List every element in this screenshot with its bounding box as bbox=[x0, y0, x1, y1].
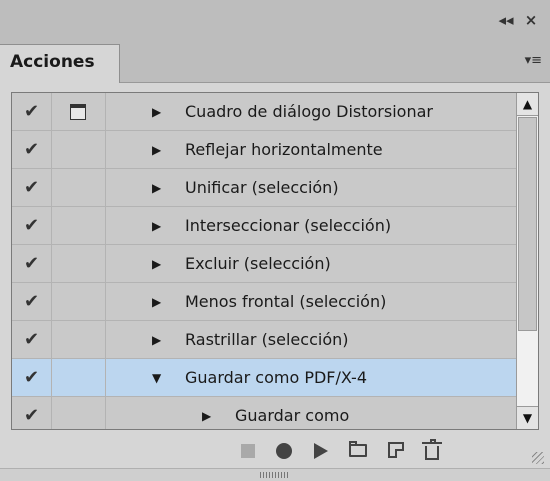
scroll-thumb[interactable] bbox=[518, 117, 537, 331]
tab-acciones[interactable]: Acciones bbox=[0, 44, 120, 83]
toggle-item-checkmark-icon[interactable]: ✔ bbox=[12, 245, 52, 283]
scroll-down-arrow-icon[interactable]: ▼ bbox=[517, 406, 538, 429]
toggle-dialog-cell[interactable] bbox=[52, 169, 106, 207]
action-row[interactable]: ✔ ▶ Menos frontal (selección) bbox=[12, 283, 517, 321]
collapsed-triangle-icon[interactable]: ▶ bbox=[152, 207, 161, 245]
actions-list: ✔ ▶ Cuadro de diálogo Distorsionar ✔ ▶ Reflej… bbox=[11, 92, 539, 430]
toggle-dialog-cell[interactable] bbox=[52, 359, 106, 397]
folder-icon bbox=[349, 441, 367, 457]
vertical-scrollbar[interactable]: ▲ ▼ bbox=[516, 93, 538, 429]
actions-toolbar bbox=[0, 432, 550, 468]
action-label: Unificar (selección) bbox=[185, 178, 339, 197]
new-action-button[interactable] bbox=[384, 440, 408, 462]
actions-panel: ◂◂ × Acciones ▾≡ ✔ ▶ Cuadro de diálogo Dis… bbox=[0, 0, 550, 481]
action-label: Rastrillar (selección) bbox=[185, 330, 349, 349]
toggle-dialog-cell[interactable] bbox=[52, 283, 106, 321]
toggle-item-checkmark-icon[interactable]: ✔ bbox=[12, 359, 52, 397]
toggle-item-checkmark-icon[interactable]: ✔ bbox=[12, 397, 52, 429]
collapsed-triangle-icon[interactable]: ▶ bbox=[152, 131, 161, 169]
action-row[interactable]: ✔ ▶ Excluir (selección) bbox=[12, 245, 517, 283]
toggle-dialog-cell[interactable] bbox=[52, 397, 106, 429]
action-label: Interseccionar (selección) bbox=[185, 216, 392, 235]
toggle-dialog-cell[interactable] bbox=[52, 93, 106, 131]
resize-grip-icon[interactable] bbox=[532, 452, 544, 464]
action-row[interactable]: ✔ ▼ Guardar como PDF/X-4 bbox=[12, 359, 517, 397]
action-label: Cuadro de diálogo Distorsionar bbox=[185, 102, 433, 121]
action-row[interactable]: ✔ ▶ Interseccionar (selección) bbox=[12, 207, 517, 245]
panel-menu-icon[interactable]: ▾≡ bbox=[516, 52, 542, 70]
play-button[interactable] bbox=[308, 440, 332, 462]
record-button[interactable] bbox=[272, 440, 296, 462]
toggle-item-checkmark-icon[interactable]: ✔ bbox=[12, 321, 52, 359]
tabs-row: Acciones bbox=[0, 38, 550, 83]
trash-icon bbox=[422, 439, 442, 460]
action-label: Reflejar horizontalmente bbox=[185, 140, 383, 159]
collapsed-triangle-icon[interactable]: ▶ bbox=[152, 321, 161, 359]
panel-titlebar: ◂◂ × bbox=[0, 0, 550, 39]
collapsed-triangle-icon[interactable]: ▶ bbox=[202, 397, 211, 429]
toggle-item-checkmark-icon[interactable]: ✔ bbox=[12, 131, 52, 169]
play-icon bbox=[314, 443, 328, 459]
collapsed-triangle-icon[interactable]: ▶ bbox=[152, 169, 161, 207]
expanded-triangle-icon[interactable]: ▼ bbox=[152, 359, 161, 397]
toggle-item-checkmark-icon[interactable]: ✔ bbox=[12, 283, 52, 321]
close-icon[interactable]: × bbox=[522, 12, 540, 28]
action-label: Menos frontal (selección) bbox=[185, 292, 387, 311]
toggle-dialog-cell[interactable] bbox=[52, 207, 106, 245]
new-page-icon bbox=[388, 442, 404, 458]
action-label: Excluir (selección) bbox=[185, 254, 331, 273]
action-row[interactable]: ✔ ▶ Cuadro de diálogo Distorsionar bbox=[12, 93, 517, 131]
action-row[interactable]: ✔ ▶ Reflejar horizontalmente bbox=[12, 131, 517, 169]
action-label: Guardar como bbox=[235, 406, 350, 425]
toggle-dialog-cell[interactable] bbox=[52, 245, 106, 283]
toggle-dialog-cell[interactable] bbox=[52, 321, 106, 359]
new-set-button[interactable] bbox=[346, 440, 370, 462]
action-row[interactable]: ✔ ▶ Guardar como bbox=[12, 397, 517, 429]
action-row[interactable]: ✔ ▶ Rastrillar (selección) bbox=[12, 321, 517, 359]
action-row[interactable]: ✔ ▶ Unificar (selección) bbox=[12, 169, 517, 207]
double-chevron-left-icon[interactable]: ◂◂ bbox=[497, 12, 515, 28]
bottom-resize-strip[interactable] bbox=[0, 468, 550, 481]
toggle-item-checkmark-icon[interactable]: ✔ bbox=[12, 207, 52, 245]
action-label: Guardar como PDF/X-4 bbox=[185, 368, 367, 387]
toggle-item-checkmark-icon[interactable]: ✔ bbox=[12, 93, 52, 131]
stop-button[interactable] bbox=[236, 440, 260, 462]
delete-button[interactable] bbox=[420, 439, 444, 462]
toggle-dialog-cell[interactable] bbox=[52, 131, 106, 169]
record-icon bbox=[276, 443, 292, 459]
collapsed-triangle-icon[interactable]: ▶ bbox=[152, 245, 161, 283]
stop-icon bbox=[241, 444, 255, 458]
dialog-toggle-icon bbox=[70, 104, 86, 120]
scroll-up-arrow-icon[interactable]: ▲ bbox=[517, 93, 538, 116]
collapsed-triangle-icon[interactable]: ▶ bbox=[152, 93, 161, 131]
bottom-grip-icon bbox=[260, 472, 290, 478]
collapsed-triangle-icon[interactable]: ▶ bbox=[152, 283, 161, 321]
toggle-item-checkmark-icon[interactable]: ✔ bbox=[12, 169, 52, 207]
